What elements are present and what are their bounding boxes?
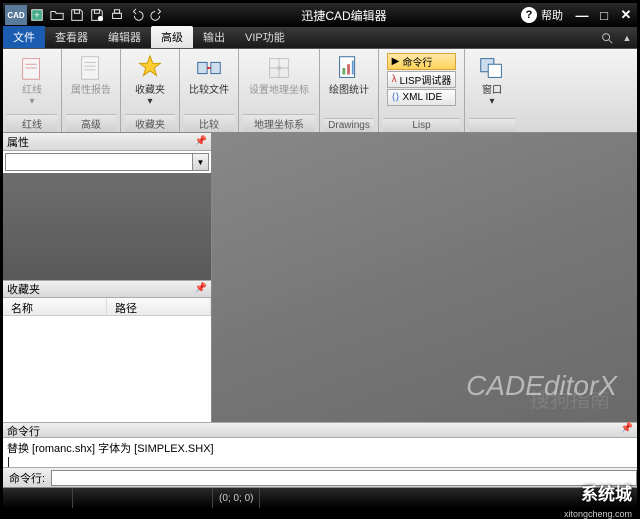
status-bar: (0; 0; 0)	[3, 488, 637, 508]
ribbon: 红线▾ 红线 属性报告 高级 收藏夹▾ 收藏夹	[3, 49, 637, 133]
cmdline-button[interactable]: ▶命令行	[387, 53, 457, 70]
qat-redo[interactable]	[147, 5, 167, 25]
properties-body	[3, 173, 211, 280]
compare-button[interactable]: 比较文件	[184, 51, 234, 96]
group-title-redline: 红线	[7, 114, 57, 132]
compare-label: 比较文件	[189, 85, 229, 96]
ribbon-search-icon[interactable]	[597, 28, 617, 48]
stats-icon	[334, 53, 364, 83]
qat-open[interactable]	[47, 5, 67, 25]
redline-button: 红线▾	[7, 51, 57, 107]
stats-label: 绘图统计	[329, 85, 369, 96]
canvas-brand: CADEditorX	[466, 370, 617, 402]
left-panel: 属性 📌 ▼ 收藏夹 📌 名称 路径	[3, 133, 212, 422]
redline-icon	[17, 53, 47, 83]
tab-file[interactable]: 文件	[3, 26, 45, 48]
report-label: 属性报告	[71, 85, 111, 96]
col-name[interactable]: 名称	[3, 298, 107, 315]
lisp-debug-button[interactable]: λLISP调试器	[387, 71, 457, 88]
pin-icon[interactable]: 📌	[195, 283, 207, 294]
command-log: 替换 [romanc.shx] 字体为 [SIMPLEX.SHX] |	[3, 438, 637, 468]
geo-button: 设置地理坐标	[243, 51, 315, 96]
favorites-title: 收藏夹	[7, 281, 40, 297]
ribbon-collapse-icon[interactable]: ▲	[617, 28, 637, 48]
group-title-lisp: Lisp	[383, 118, 460, 132]
cmd-icon: ▶	[392, 56, 400, 67]
maximize-button[interactable]: □	[593, 6, 615, 24]
report-button: 属性报告	[66, 51, 116, 96]
favorites-columns: 名称 路径	[3, 298, 211, 316]
group-title-window	[469, 118, 515, 132]
command-input-row: 命令行:	[3, 468, 637, 488]
pin-icon[interactable]: 📌	[195, 136, 207, 147]
pin-icon[interactable]: 📌	[621, 423, 633, 437]
status-seg-2	[73, 488, 213, 508]
drawing-canvas[interactable]: CADEditorX	[212, 133, 637, 422]
qat-new[interactable]: +	[27, 5, 47, 25]
qat-print[interactable]	[107, 5, 127, 25]
group-title-geo: 地理坐标系	[243, 114, 315, 132]
ribbon-group-drawings: 绘图统计 Drawings	[320, 49, 379, 132]
status-coords: (0; 0; 0)	[213, 488, 260, 508]
redline-label: 红线▾	[22, 85, 42, 107]
workspace: 属性 📌 ▼ 收藏夹 📌 名称 路径 CADEditorX	[3, 133, 637, 422]
property-selector[interactable]: ▼	[5, 153, 209, 171]
properties-header: 属性 📌	[3, 133, 211, 151]
star-icon	[135, 53, 165, 83]
favorites-header: 收藏夹 📌	[3, 280, 211, 298]
command-label: 命令行:	[3, 470, 51, 486]
group-title-advanced: 高级	[66, 114, 116, 132]
xml-icon: ⟨⟩	[392, 92, 400, 103]
command-panel-title: 命令行	[7, 423, 40, 437]
geo-icon	[264, 53, 294, 83]
ribbon-group-geo: 设置地理坐标 地理坐标系	[239, 49, 320, 132]
ribbon-group-redline: 红线▾ 红线	[3, 49, 62, 132]
qat-saveas[interactable]	[87, 5, 107, 25]
tab-output[interactable]: 输出	[193, 26, 235, 48]
status-seg-1	[3, 488, 73, 508]
chevron-down-icon[interactable]: ▼	[192, 154, 208, 170]
ribbon-group-window: 窗口▾	[465, 49, 519, 132]
tab-editor[interactable]: 编辑器	[98, 26, 151, 48]
help-label[interactable]: 帮助	[541, 7, 563, 23]
compare-icon	[194, 53, 224, 83]
window-button[interactable]: 窗口▾	[472, 51, 512, 107]
ribbon-group-compare: 比较文件 比较	[180, 49, 239, 132]
report-icon	[76, 53, 106, 83]
group-title-fav: 收藏夹	[125, 114, 175, 132]
ribbon-group-lisp: ▶命令行 λLISP调试器 ⟨⟩XML IDE Lisp	[379, 49, 465, 132]
xml-ide-button[interactable]: ⟨⟩XML IDE	[387, 89, 457, 106]
group-title-compare: 比较	[184, 114, 234, 132]
fav-button[interactable]: 收藏夹▾	[125, 51, 175, 107]
ribbon-tabs: 文件 查看器 编辑器 高级 输出 VIP功能 ▲	[3, 27, 637, 49]
ribbon-group-advanced: 属性报告 高级	[62, 49, 121, 132]
tab-viewer[interactable]: 查看器	[45, 26, 98, 48]
title-bar: CAD + 迅捷CAD编辑器 ? 帮助 — □ ✕	[3, 3, 637, 27]
tab-advanced[interactable]: 高级	[151, 26, 193, 48]
fav-label: 收藏夹▾	[135, 85, 165, 107]
qat-save[interactable]	[67, 5, 87, 25]
app-window: CAD + 迅捷CAD编辑器 ? 帮助 — □ ✕ 文件 查看器 编辑器 高级 …	[2, 2, 638, 509]
stats-button[interactable]: 绘图统计	[324, 51, 374, 96]
col-path[interactable]: 路径	[107, 298, 211, 315]
close-button[interactable]: ✕	[615, 6, 637, 24]
lisp-icon: λ	[392, 74, 397, 85]
window-label: 窗口▾	[482, 85, 502, 107]
command-input[interactable]	[51, 470, 637, 486]
properties-title: 属性	[7, 134, 29, 150]
qat-undo[interactable]	[127, 5, 147, 25]
app-logo: CAD	[5, 5, 27, 25]
svg-text:+: +	[34, 10, 40, 22]
help-icon[interactable]: ?	[521, 7, 537, 23]
geo-label: 设置地理坐标	[249, 85, 309, 96]
favorites-body	[3, 316, 211, 423]
app-title: 迅捷CAD编辑器	[167, 7, 521, 24]
tab-vip[interactable]: VIP功能	[235, 26, 295, 48]
ribbon-group-fav: 收藏夹▾ 收藏夹	[121, 49, 180, 132]
minimize-button[interactable]: —	[571, 6, 593, 24]
group-title-drawings: Drawings	[324, 118, 374, 132]
command-panel-header: 命令行 📌	[3, 422, 637, 438]
window-icon	[477, 53, 507, 83]
